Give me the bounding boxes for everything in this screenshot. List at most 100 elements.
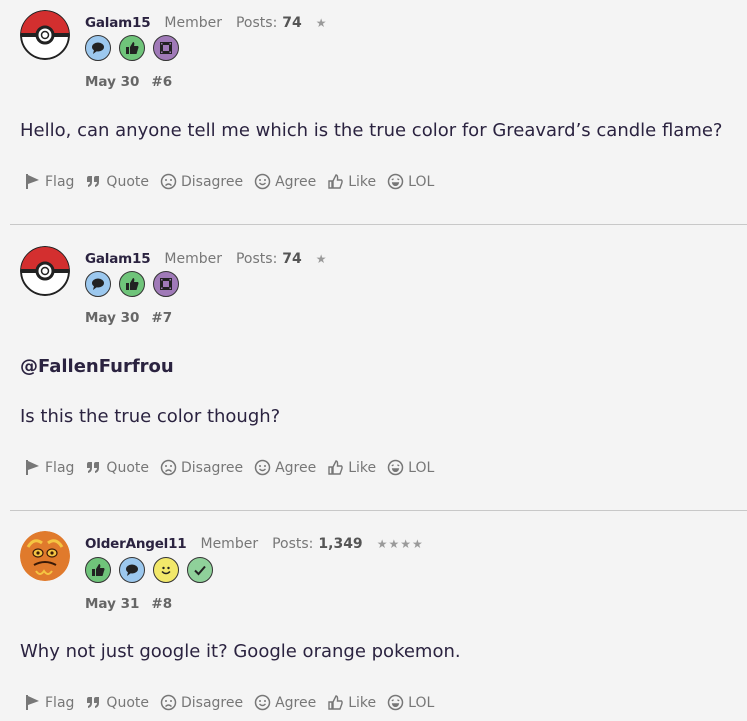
avatar[interactable]	[20, 246, 70, 296]
rank-stars: ★★★★	[376, 537, 424, 551]
post-date-line: May 30 #7	[85, 310, 172, 326]
post-divider	[10, 224, 747, 225]
user-role: Member	[164, 15, 222, 31]
thumbs-up-icon	[328, 695, 344, 710]
film-badge-icon[interactable]	[153, 271, 179, 297]
disagree-label: Disagree	[180, 694, 244, 711]
rank-stars: ★	[315, 252, 328, 266]
disagree-label: Disagree	[180, 459, 244, 476]
avatar[interactable]	[20, 10, 70, 60]
author-name[interactable]: Galam15	[85, 251, 151, 267]
lol-button[interactable]: LOL	[387, 173, 434, 190]
post-actions: Flag Quote Disagree Agree Like LOL	[24, 694, 445, 711]
agree-label: Agree	[275, 173, 317, 190]
post-date[interactable]: May 30	[85, 74, 139, 90]
badge-row	[85, 35, 179, 61]
rank-stars: ★	[315, 16, 328, 30]
post-date-line: May 31 #8	[85, 596, 172, 612]
film-badge-icon[interactable]	[153, 35, 179, 61]
quote-icon	[87, 462, 100, 473]
agree-button[interactable]: Agree	[254, 459, 316, 476]
author-meta: Galam15 Member Posts: 74 ★	[85, 15, 328, 31]
post-number[interactable]: #6	[151, 74, 172, 90]
lol-button[interactable]: LOL	[387, 459, 434, 476]
badge-row	[85, 557, 213, 583]
lol-label: LOL	[408, 459, 435, 476]
like-label: Like	[348, 694, 377, 711]
quote-icon	[87, 697, 100, 708]
lol-label: LOL	[408, 173, 435, 190]
post-divider	[10, 510, 747, 511]
agree-button[interactable]: Agree	[254, 173, 316, 190]
posts-label: Posts:	[235, 15, 278, 31]
smile-icon	[254, 694, 271, 711]
laugh-icon	[387, 173, 404, 190]
laugh-icon	[387, 459, 404, 476]
disagree-label: Disagree	[180, 173, 244, 190]
post-date[interactable]: May 31	[85, 596, 139, 612]
smile-icon	[254, 173, 271, 190]
avatar[interactable]	[20, 531, 70, 581]
lol-label: LOL	[408, 694, 435, 711]
post-body: Is this the true color though?	[20, 406, 281, 427]
pokeball-avatar-icon	[20, 10, 70, 60]
posts-count: 74	[282, 15, 302, 31]
post-number[interactable]: #8	[151, 596, 172, 612]
post-actions: Flag Quote Disagree Agree Like LOL	[24, 173, 445, 190]
pokeball-avatar-icon	[20, 246, 70, 296]
flag-button[interactable]: Flag	[24, 173, 74, 190]
agree-button[interactable]: Agree	[254, 694, 316, 711]
posts-count: 74	[282, 251, 302, 267]
user-mention[interactable]: @FallenFurfrou	[20, 356, 174, 377]
badge-row	[85, 271, 179, 297]
post-date-line: May 30 #6	[85, 74, 172, 90]
like-button[interactable]: Like	[327, 694, 376, 711]
quote-button[interactable]: Quote	[85, 173, 149, 190]
thumbs-up-badge-icon[interactable]	[119, 271, 145, 297]
smiley-badge-icon[interactable]	[153, 557, 179, 583]
post-body: Why not just google it? Google orange po…	[20, 641, 461, 662]
frown-icon	[160, 459, 177, 476]
flag-label: Flag	[45, 173, 75, 190]
post-number[interactable]: #7	[151, 310, 172, 326]
disagree-button[interactable]: Disagree	[160, 459, 243, 476]
speech-bubble-badge-icon[interactable]	[85, 271, 111, 297]
quote-icon	[87, 176, 100, 187]
quote-button[interactable]: Quote	[85, 694, 149, 711]
thumbs-up-icon	[328, 460, 344, 475]
speech-bubble-badge-icon[interactable]	[85, 35, 111, 61]
disagree-button[interactable]: Disagree	[160, 694, 243, 711]
flag-icon	[26, 174, 39, 189]
like-label: Like	[348, 459, 377, 476]
author-name[interactable]: Galam15	[85, 15, 151, 31]
quote-button[interactable]: Quote	[85, 459, 149, 476]
post-date[interactable]: May 30	[85, 310, 139, 326]
flag-label: Flag	[45, 694, 75, 711]
flag-button[interactable]: Flag	[24, 459, 74, 476]
quote-label: Quote	[106, 694, 149, 711]
flag-button[interactable]: Flag	[24, 694, 74, 711]
quote-label: Quote	[106, 459, 149, 476]
lol-button[interactable]: LOL	[387, 694, 434, 711]
flag-label: Flag	[45, 459, 75, 476]
smile-icon	[254, 459, 271, 476]
post-body: Hello, can anyone tell me which is the t…	[20, 120, 723, 141]
posts-count: 1,349	[318, 536, 363, 552]
thumbs-up-badge-icon[interactable]	[85, 557, 111, 583]
speech-bubble-badge-icon[interactable]	[119, 557, 145, 583]
thumbs-up-badge-icon[interactable]	[119, 35, 145, 61]
posts-label: Posts:	[235, 251, 278, 267]
user-role: Member	[164, 251, 222, 267]
frown-icon	[160, 694, 177, 711]
author-meta: OlderAngel11 Member Posts: 1,349 ★★★★	[85, 536, 424, 552]
quote-label: Quote	[106, 173, 149, 190]
like-button[interactable]: Like	[327, 173, 376, 190]
disagree-button[interactable]: Disagree	[160, 173, 243, 190]
agree-label: Agree	[275, 694, 317, 711]
frown-icon	[160, 173, 177, 190]
like-button[interactable]: Like	[327, 459, 376, 476]
posts-label: Posts:	[272, 536, 314, 552]
laugh-icon	[387, 694, 404, 711]
checkmark-badge-icon[interactable]	[187, 557, 213, 583]
author-name[interactable]: OlderAngel11	[85, 536, 187, 552]
